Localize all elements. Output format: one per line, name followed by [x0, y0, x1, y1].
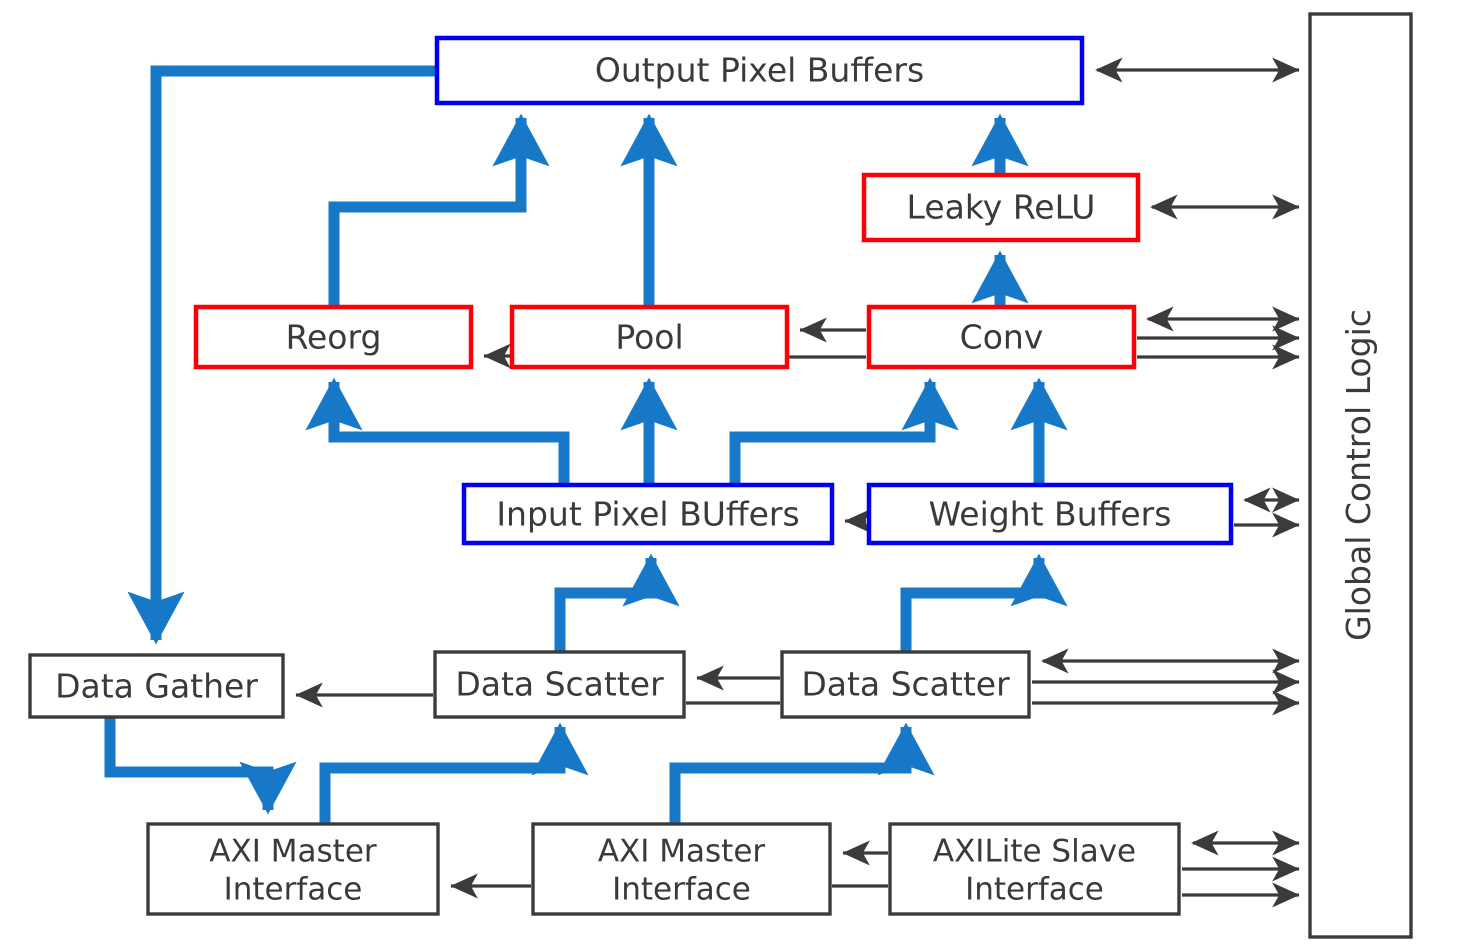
edge-ipb-to-reorg: [305, 377, 570, 485]
node-global-control-logic[interactable]: Global Control Logic: [1308, 12, 1413, 939]
axi-master-interface-2-label-line2: Interface: [612, 872, 751, 908]
node-axilite-slave-interface[interactable]: AXILite Slave Interface: [888, 822, 1181, 916]
node-leaky-relu[interactable]: Leaky ReLU: [861, 172, 1141, 243]
node-axi-master-interface-1[interactable]: AXI Master Interface: [146, 822, 440, 916]
node-pool[interactable]: Pool: [509, 304, 790, 370]
node-data-scatter-1[interactable]: Data Scatter: [433, 650, 686, 719]
edge-axilite-to-data-scatter-2: [669, 722, 935, 824]
weight-buffers-label: Weight Buffers: [929, 495, 1172, 534]
axi-master-interface-1-label-line1: AXI Master: [209, 834, 377, 870]
node-output-pixel-buffers[interactable]: Output Pixel Buffers: [434, 35, 1085, 106]
diagram-svg: Output Pixel Buffers Leaky ReLU Reorg Po…: [28, 12, 1413, 939]
edge-reorg-to-opb: [328, 113, 550, 307]
data-scatter-1-label: Data Scatter: [455, 665, 664, 704]
data-scatter-2-label: Data Scatter: [801, 665, 1010, 704]
global-control-logic-label: Global Control Logic: [1339, 309, 1378, 641]
output-pixel-buffers-label: Output Pixel Buffers: [595, 51, 924, 90]
node-data-scatter-2[interactable]: Data Scatter: [780, 650, 1031, 719]
edge-axi-master-2-to-data-scatter-1: [319, 722, 589, 824]
input-pixel-buffers-label: Input Pixel BUffers: [496, 495, 799, 534]
reorg-label: Reorg: [286, 318, 382, 357]
node-weight-buffers[interactable]: Weight Buffers: [866, 482, 1234, 546]
edge-data-gather-to-axi-master-1: [104, 717, 297, 815]
axi-master-interface-2-label-line1: AXI Master: [598, 834, 766, 870]
node-conv[interactable]: Conv: [866, 304, 1137, 370]
node-data-gather[interactable]: Data Gather: [28, 653, 285, 719]
data-gather-label: Data Gather: [55, 667, 258, 706]
node-input-pixel-buffers[interactable]: Input Pixel BUffers: [461, 482, 835, 546]
edge-ipb-to-conv: [729, 377, 959, 485]
block-diagram-canvas: Output Pixel Buffers Leaky ReLU Reorg Po…: [0, 0, 1483, 951]
pool-label: Pool: [615, 318, 683, 357]
axilite-slave-interface-label-line1: AXILite Slave: [933, 834, 1136, 870]
axilite-slave-interface-label-line2: Interface: [965, 872, 1104, 908]
conv-label: Conv: [960, 318, 1044, 357]
edge-data-scatter-1-to-ipb: [554, 553, 680, 652]
node-reorg[interactable]: Reorg: [193, 304, 474, 370]
edge-data-scatter-2-to-weight-buffers: [900, 553, 1068, 652]
node-axi-master-interface-2[interactable]: AXI Master Interface: [531, 822, 832, 916]
axi-master-interface-1-label-line2: Interface: [224, 872, 363, 908]
leaky-relu-label: Leaky ReLU: [907, 188, 1096, 227]
